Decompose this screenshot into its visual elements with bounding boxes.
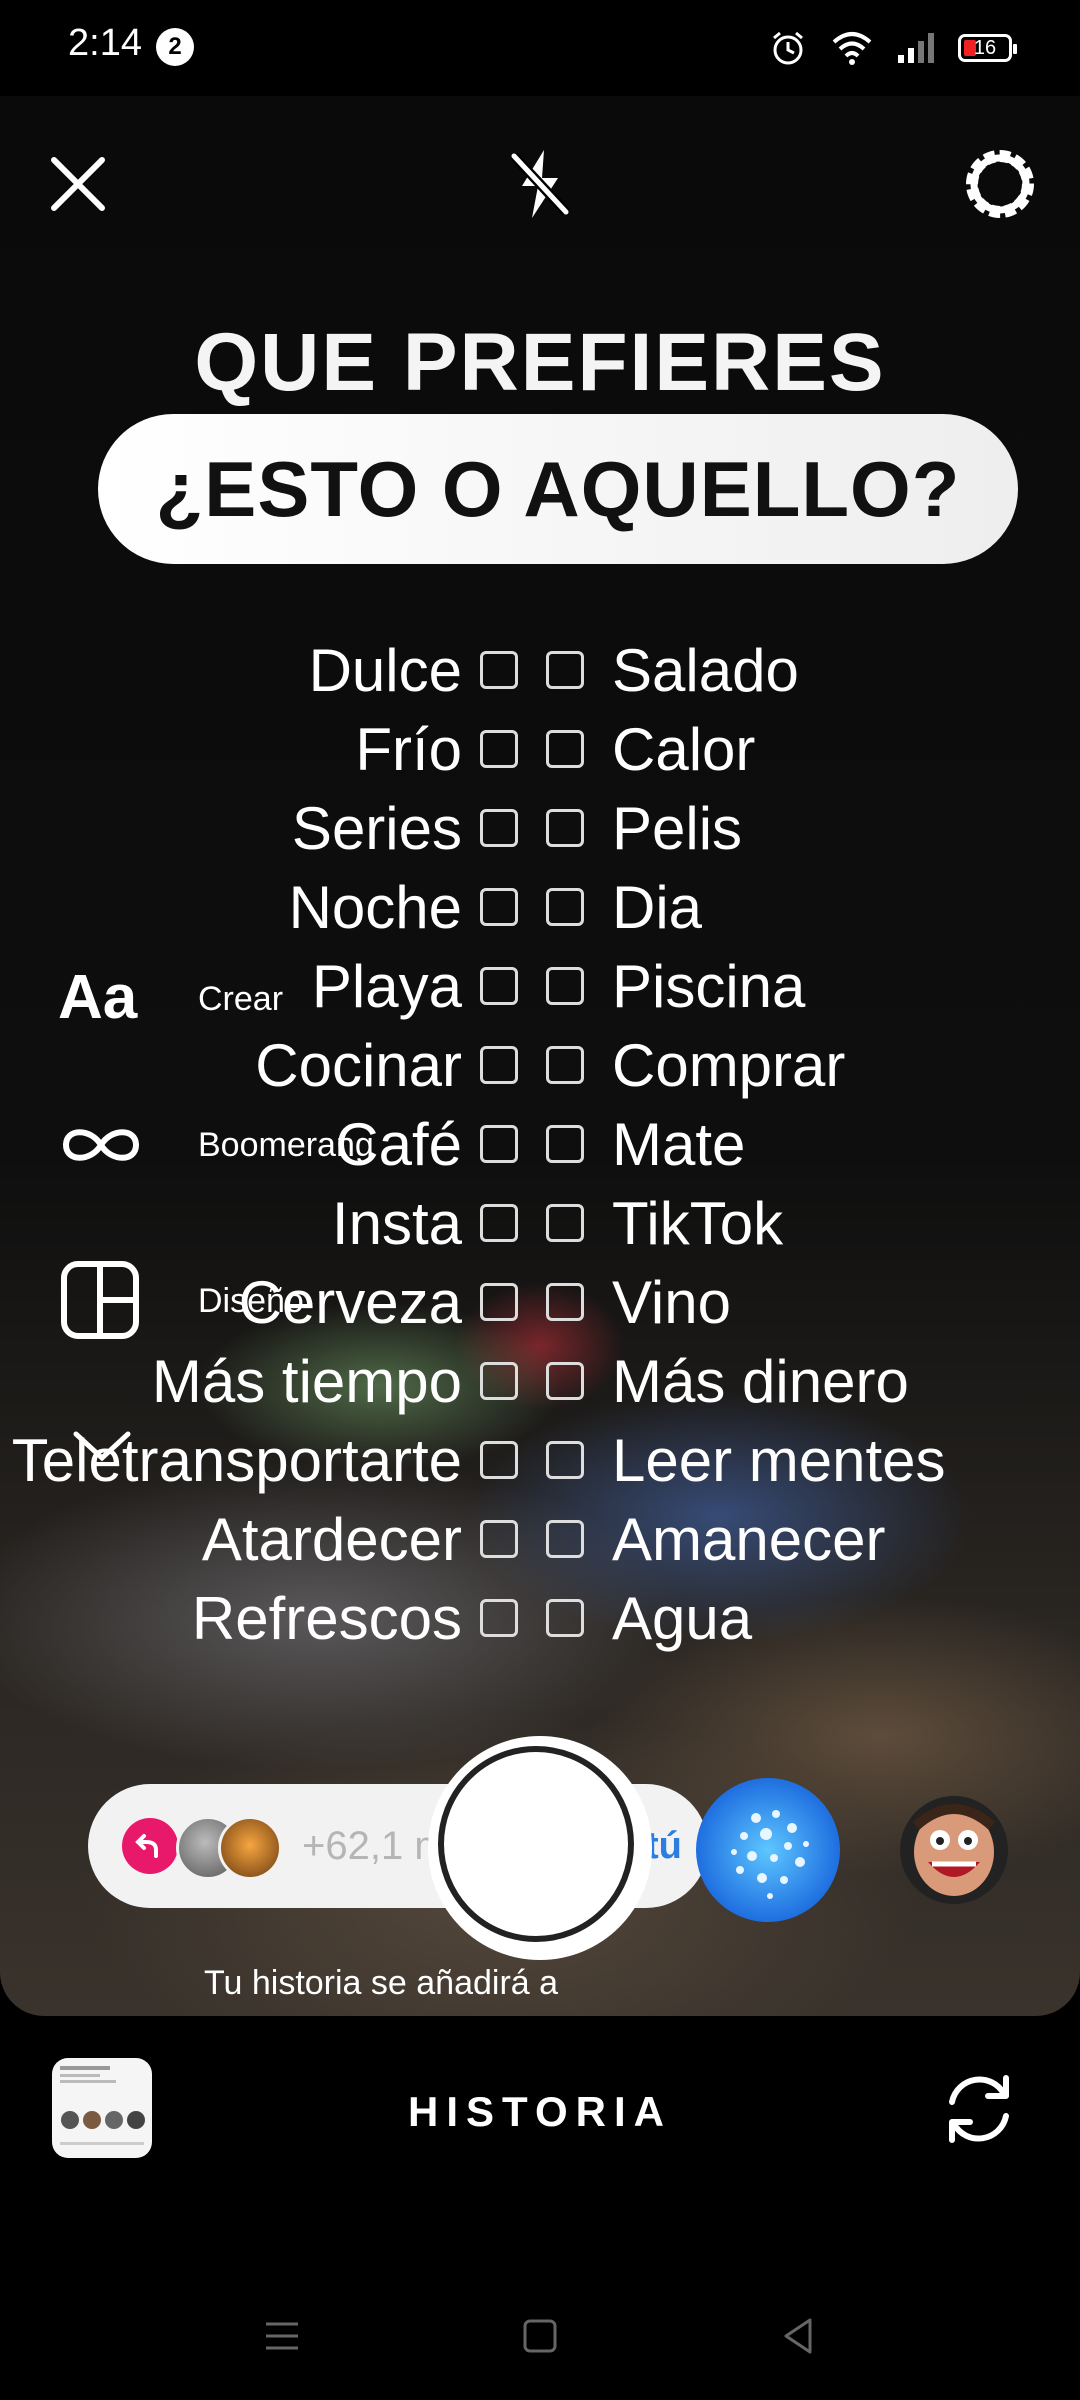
checkbox-right — [546, 1441, 584, 1479]
face-effect-icon — [912, 1804, 996, 1896]
story-destination-note: Tu historia se añadirá a — [204, 1964, 559, 2002]
effect-face-button[interactable] — [900, 1796, 1008, 1904]
choice-row: Teletransportarte Leer mentes — [0, 1421, 1080, 1501]
choice-right: Comprar — [612, 1032, 846, 1099]
checkbox-right — [546, 888, 584, 926]
checkbox-left — [480, 888, 518, 926]
layout-label[interactable]: Diseño — [198, 1282, 304, 1321]
checkbox-left — [480, 1046, 518, 1084]
checkbox-right — [546, 967, 584, 1005]
choice-row: Noche Dia — [0, 868, 1080, 948]
notification-badge: 2 — [156, 28, 194, 66]
boomerang-label[interactable]: Boomerang — [198, 1126, 374, 1165]
choice-row: Más tiempo Más dinero — [0, 1342, 1080, 1422]
flash-off-icon[interactable] — [496, 140, 584, 228]
battery-icon: 16 — [958, 34, 1017, 62]
signal-icon — [898, 33, 934, 63]
choice-right: Calor — [612, 716, 756, 783]
home-icon[interactable] — [516, 2312, 564, 2360]
choice-row: Insta TikTok — [0, 1184, 1080, 1264]
question-pill: ¿ESTO O AQUELLO? — [98, 414, 1018, 564]
checkbox-left — [480, 1362, 518, 1400]
shutter-button[interactable] — [428, 1736, 652, 1960]
checkbox-left — [480, 651, 518, 689]
choice-left: Más tiempo — [151, 1348, 462, 1415]
choice-left: Noche — [288, 874, 462, 941]
menu-icon[interactable] — [258, 2312, 306, 2360]
layout-icon[interactable] — [60, 1260, 140, 1340]
choice-right: Piscina — [612, 953, 806, 1020]
choice-right: Más dinero — [612, 1348, 909, 1415]
choice-row: Cerveza Vino — [0, 1263, 1080, 1343]
status-time: 2:14 — [68, 22, 142, 64]
choice-left: Frío — [355, 716, 462, 783]
checkbox-left — [480, 967, 518, 1005]
choice-right: Leer mentes — [612, 1427, 946, 1494]
flip-camera-icon[interactable] — [936, 2066, 1022, 2152]
choice-right: Salado — [612, 637, 799, 704]
choice-right: Vino — [612, 1269, 732, 1336]
checkbox-right — [546, 1520, 584, 1558]
boomerang-icon[interactable] — [58, 1122, 144, 1168]
checkbox-left — [480, 1441, 518, 1479]
checkbox-right — [546, 809, 584, 847]
camera-preview[interactable]: QUE PREFIERES ¿ESTO O AQUELLO? Dulce Sal… — [0, 96, 1080, 2016]
choice-right: Mate — [612, 1111, 746, 1178]
checkbox-left — [480, 1283, 518, 1321]
choice-left: Insta — [331, 1190, 462, 1257]
effect-sparkle-button[interactable] — [696, 1778, 840, 1922]
checkbox-right — [546, 1125, 584, 1163]
choice-right: Pelis — [612, 795, 743, 862]
choice-right: Dia — [612, 874, 703, 941]
checkbox-left — [480, 1125, 518, 1163]
choice-row: Cocinar Comprar — [0, 1026, 1080, 1106]
settings-icon[interactable] — [956, 140, 1044, 228]
checkbox-left — [480, 1599, 518, 1637]
choice-right: Agua — [612, 1585, 753, 1652]
mode-label[interactable]: HISTORIA — [0, 2088, 1080, 2136]
choice-row: Atardecer Amanecer — [0, 1500, 1080, 1580]
back-icon[interactable] — [774, 2312, 822, 2360]
choice-row: Café Mate — [0, 1105, 1080, 1185]
checkbox-right — [546, 730, 584, 768]
choice-right: TikTok — [612, 1190, 784, 1257]
status-bar: 2:14 2 16 — [0, 0, 1080, 96]
create-label[interactable]: Crear — [198, 980, 283, 1019]
system-nav-bar — [0, 2290, 1080, 2380]
choice-row: Frío Calor — [0, 710, 1080, 790]
choice-left: Series — [291, 795, 462, 862]
choice-left: Playa — [311, 953, 462, 1020]
alarm-icon — [773, 31, 803, 65]
checkbox-left — [480, 1520, 518, 1558]
checkbox-left — [480, 809, 518, 847]
sparkle-effect-icon — [731, 1810, 809, 1899]
checkbox-left — [480, 1204, 518, 1242]
choice-left: Refrescos — [191, 1585, 462, 1652]
choice-left: Atardecer — [201, 1506, 462, 1573]
choice-left: Cocinar — [255, 1032, 462, 1099]
checkbox-left — [480, 730, 518, 768]
chevron-down-icon[interactable] — [70, 1426, 134, 1466]
checkbox-right — [546, 651, 584, 689]
choice-right: Amanecer — [612, 1506, 886, 1573]
checkbox-right — [546, 1046, 584, 1084]
avatar — [218, 1816, 282, 1880]
choice-row: Playa Piscina — [0, 947, 1080, 1027]
followers-count: +62,1 m — [302, 1824, 448, 1868]
reply-icon — [122, 1818, 178, 1874]
checkbox-right — [546, 1204, 584, 1242]
choice-row: Dulce Salado — [0, 631, 1080, 711]
checkbox-right — [546, 1599, 584, 1637]
wifi-icon — [832, 32, 872, 65]
choice-row: Refrescos Agua — [0, 1579, 1080, 1659]
choice-left: Dulce — [308, 637, 462, 704]
checkbox-right — [546, 1283, 584, 1321]
status-icons: 16 — [768, 24, 1017, 72]
choice-row: Series Pelis — [0, 789, 1080, 869]
close-icon[interactable] — [34, 140, 122, 228]
checkbox-right — [546, 1362, 584, 1400]
headline: QUE PREFIERES — [194, 317, 886, 408]
create-text-icon[interactable]: Aa — [58, 962, 137, 1033]
